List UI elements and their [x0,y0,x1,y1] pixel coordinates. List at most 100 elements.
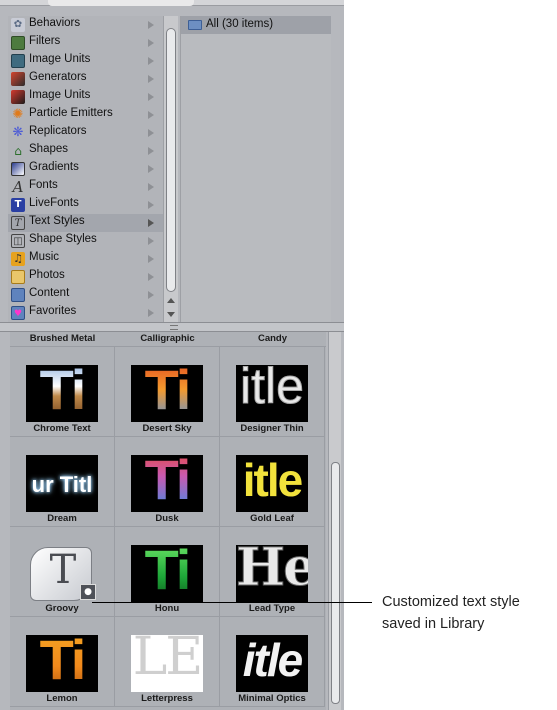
callout-text: Customized text style saved in Library [382,591,520,635]
pane-splitter[interactable] [0,322,344,332]
category-image-units-2[interactable]: Image Units [8,88,163,106]
category-label: Generators [29,71,87,83]
style-label: Chrome Text [33,423,91,434]
category-list: ✿ Behaviors Filters Image Units Generato… [8,16,163,322]
disclosure-arrow-icon[interactable] [148,165,154,173]
style-minimal-optics[interactable]: itle Minimal Optics [220,617,325,707]
style-label: Minimal Optics [238,693,306,704]
style-label: Dream [47,513,77,524]
scrollbar-thumb[interactable] [331,462,340,704]
category-replicators[interactable]: ❋ Replicators [8,124,163,142]
scroll-up-icon[interactable] [167,298,175,303]
style-chrome-text[interactable]: Ti Chrome Text [10,347,115,437]
style-groovy[interactable]: T ● Groovy [10,527,115,617]
folder-label: All (30 items) [206,18,274,30]
folder-icon [188,20,202,30]
style-dream[interactable]: ur Titl Dream [10,437,115,527]
thumbnail-glyph: He [236,545,308,599]
category-label: Text Styles [29,215,85,227]
disclosure-arrow-icon[interactable] [148,39,154,47]
item-label: Brushed Metal [29,333,96,344]
style-thumbnail: Ti [26,635,98,692]
style-honu[interactable]: Ti Honu [115,527,220,617]
category-label: Particle Emitters [29,107,113,119]
style-gold-leaf[interactable]: itle Gold Leaf [220,437,325,527]
style-thumbnail: Ti [26,365,98,422]
text-style-grid: Brushed Metal Calligraphic Candy Ti Chro… [10,332,326,710]
style-designer-thin[interactable]: itle Designer Thin [220,347,325,437]
category-content[interactable]: Content [8,286,163,304]
category-image-units[interactable]: Image Units [8,52,163,70]
category-behaviors[interactable]: ✿ Behaviors [8,16,163,34]
scroll-down-icon[interactable] [167,312,175,317]
disclosure-arrow-icon[interactable] [148,183,154,191]
category-shape-styles[interactable]: ◫ Shape Styles [8,232,163,250]
category-gradients[interactable]: Gradients [8,160,163,178]
category-text-styles[interactable]: T Text Styles [8,214,163,232]
grid-scrollbar[interactable] [328,332,341,710]
callout-line-2: saved in Library [382,616,485,632]
category-generators[interactable]: Generators [8,70,163,88]
style-label: Honu [154,603,180,614]
disclosure-arrow-icon[interactable] [148,147,154,155]
scrollbar-thumb[interactable] [166,28,176,292]
gear-icon: ✿ [11,18,25,32]
search-field-edge[interactable] [48,0,194,6]
disclosure-arrow-icon[interactable] [148,129,154,137]
disclosure-arrow-icon[interactable] [148,255,154,263]
style-dusk[interactable]: Ti Dusk [115,437,220,527]
category-label: Image Units [29,53,91,65]
style-desert-sky[interactable]: Ti Desert Sky [115,347,220,437]
filter-icon [11,36,25,50]
category-favorites[interactable]: ♥ Favorites [8,304,163,322]
thumbnail-glyph: ur Titl [31,472,93,497]
library-panel: ✿ Behaviors Filters Image Units Generato… [0,0,344,710]
style-thumbnail: Ti [131,545,203,602]
category-label: Fonts [29,179,58,191]
disclosure-arrow-icon[interactable] [148,111,154,119]
style-thumbnail: ur Titl [26,455,98,512]
disclosure-arrow-icon[interactable] [148,291,154,299]
style-letterpress[interactable]: LE Letterpress [115,617,220,707]
thumbnail-glyph: itle [242,635,303,686]
folder-icon [11,288,25,302]
style-label: Gold Leaf [250,513,294,524]
style-thumbnail: itle [236,635,308,692]
folder-item-all[interactable]: All (30 items) [181,16,331,34]
disclosure-arrow-icon[interactable] [148,75,154,83]
category-music[interactable]: ♫ Music [8,250,163,268]
grid-header-row: Brushed Metal Calligraphic Candy [10,332,326,347]
category-livefonts[interactable]: T LiveFonts [8,196,163,214]
category-scrollbar[interactable] [163,16,178,322]
style-lead-type[interactable]: He Lead Type [220,527,325,617]
thumbnail-glyph: itle [242,455,303,506]
style-thumbnail: He [236,545,308,602]
category-shapes[interactable]: ⌂ Shapes [8,142,163,160]
user-badge-icon: ● [80,584,96,600]
category-particle-emitters[interactable]: ✺ Particle Emitters [8,106,163,124]
category-photos[interactable]: Photos [8,268,163,286]
generator-icon [11,72,25,86]
disclosure-arrow-icon[interactable] [148,219,154,227]
category-label: Shapes [29,143,69,155]
style-label: Lemon [46,693,78,704]
disclosure-arrow-icon[interactable] [148,309,154,317]
category-fonts[interactable]: A Fonts [8,178,163,196]
disclosure-arrow-icon[interactable] [148,93,154,101]
style-thumbnail: Ti [131,455,203,512]
disclosure-arrow-icon[interactable] [148,237,154,245]
thumbnail-glyph: itle [240,365,305,415]
thumbnail-glyph: LE [132,635,203,687]
disclosure-arrow-icon[interactable] [148,57,154,65]
disclosure-arrow-icon[interactable] [148,201,154,209]
music-icon: ♫ [11,252,25,266]
particle-icon: ✺ [12,107,24,122]
disclosure-arrow-icon[interactable] [148,21,154,29]
style-lemon[interactable]: Ti Lemon [10,617,115,707]
splitter-grip-icon[interactable] [170,325,178,330]
disclosure-arrow-icon[interactable] [148,273,154,281]
item-label: Candy [257,333,288,344]
style-label: Designer Thin [240,423,304,434]
photos-icon [11,270,25,284]
category-filters[interactable]: Filters [8,34,163,52]
